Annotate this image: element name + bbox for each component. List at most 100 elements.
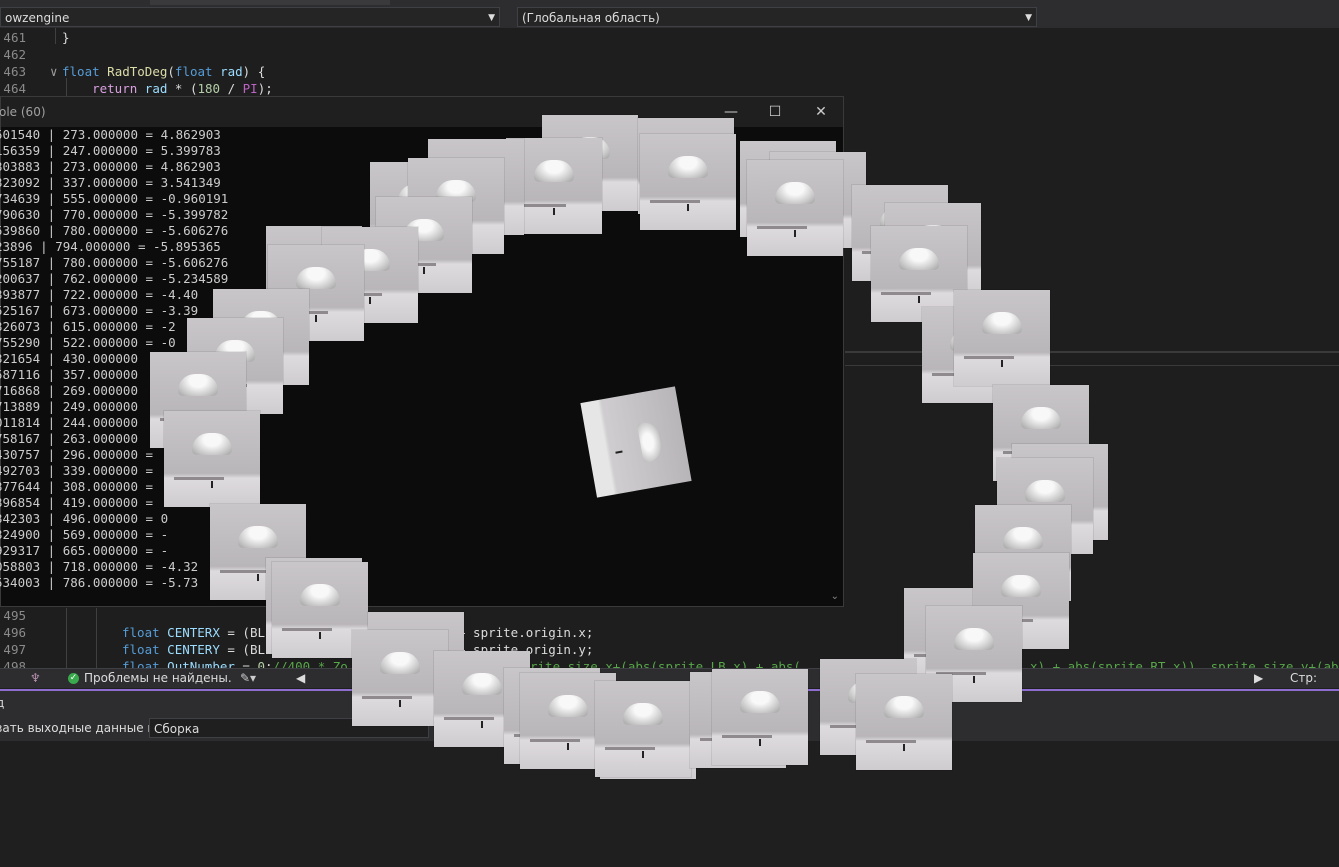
console-line: 534003 | 786.000000 = -5.73: [0, 575, 199, 590]
code-line: return rad * (180 / PI);: [92, 81, 273, 96]
navigation-bar: owzengine ▼ (Глобальная область) ▼: [0, 0, 1339, 29]
console-title: ole (60): [0, 105, 46, 119]
code-line: float CENTERX = (BL: [122, 625, 266, 640]
document-tab-strip[interactable]: [150, 0, 390, 5]
ground-shadow: [650, 200, 700, 203]
line-number: 495: [3, 608, 26, 623]
code-line: float RadToDeg(float rad) {: [62, 64, 266, 79]
project-dropdown[interactable]: owzengine ▼: [0, 7, 500, 27]
console-line: 393877 | 722.000000 = -4.40: [0, 287, 199, 302]
center-sprite: [580, 386, 692, 498]
ground-shadow: [964, 356, 1014, 359]
close-button[interactable]: ✕: [810, 102, 832, 122]
line-number: 497: [3, 642, 26, 657]
skydiver-icon: [973, 676, 975, 683]
parachute-icon: [178, 374, 218, 396]
parachute-sprite: [954, 290, 1050, 386]
skydiver-icon: [423, 267, 425, 274]
parachute-icon: [534, 160, 574, 182]
ground-shadow: [722, 735, 772, 738]
console-line: 929317 | 665.000000 = -: [0, 543, 169, 558]
code-line: float CENTERY = (BL: [122, 642, 266, 657]
show-output-label: зать выходные данные из:: [0, 721, 166, 735]
parachute-sprite: [856, 674, 952, 770]
parachute-icon: [740, 691, 780, 713]
fold-chevron-icon[interactable]: ∨: [50, 64, 58, 79]
console-line: 525167 | 673.000000 = -3.39: [0, 303, 199, 318]
parachute-sprite: [747, 160, 843, 256]
parachute-icon: [623, 703, 663, 725]
parachute-icon: [300, 584, 340, 606]
check-icon: ✓: [68, 673, 79, 684]
ground-shadow: [444, 717, 494, 720]
project-dropdown-label: owzengine: [5, 11, 70, 25]
skydiver-icon: [567, 743, 569, 750]
skydiver-icon: [918, 296, 920, 303]
line-number: 461: [3, 30, 26, 45]
line-number: 464: [3, 81, 26, 96]
code-line: }: [62, 30, 70, 45]
console-line: 539860 | 780.000000 = -5.606276: [0, 223, 229, 238]
parachute-icon: [462, 673, 502, 695]
skydiver-icon: [642, 751, 644, 758]
ground-shadow: [757, 226, 807, 229]
parachute-icon: [1025, 480, 1065, 502]
line-number: 463: [3, 64, 26, 79]
code-text: }: [62, 30, 70, 45]
scroll-down-icon[interactable]: ⌄: [831, 591, 839, 602]
maximize-button[interactable]: ☐: [764, 102, 786, 122]
problems-status[interactable]: Проблемы не найдены.: [84, 669, 232, 688]
console-line: 323092 | 337.000000 = 3.541349: [0, 175, 221, 190]
cleanup-brush-icon[interactable]: ✎▾: [240, 669, 256, 688]
indent-guide: [96, 608, 97, 668]
parachute-icon: [238, 526, 278, 548]
ground-shadow: [220, 570, 270, 573]
console-line: 501540 | 273.000000 = 4.862903: [0, 127, 221, 142]
scope-dropdown[interactable]: (Глобальная область) ▼: [517, 7, 1037, 27]
line-number: 496: [3, 625, 26, 640]
parachute-sprite: [640, 134, 736, 230]
console-line: 156359 | 247.000000 = 5.399783: [0, 143, 221, 158]
ground-shadow: [174, 477, 224, 480]
scope-dropdown-label: (Глобальная область): [522, 11, 660, 25]
parachute-icon: [1003, 527, 1043, 549]
console-line: 058803 | 718.000000 = -4.32: [0, 559, 199, 574]
console-line: 23896 | 794.000000 = -5.895365: [0, 239, 221, 254]
scroll-right-icon[interactable]: ▶: [1254, 669, 1263, 688]
indent-guide: [55, 28, 56, 44]
skydiver-icon: [615, 450, 623, 454]
parachute-icon: [884, 696, 924, 718]
parachute-icon: [668, 156, 708, 178]
splitter: [845, 365, 1339, 366]
skydiver-icon: [759, 739, 761, 746]
parachute-icon: [982, 312, 1022, 334]
ground-shadow: [530, 739, 580, 742]
scroll-left-icon[interactable]: ◀: [296, 669, 305, 688]
ground-shadow: [866, 740, 916, 743]
parachute-sprite: [712, 669, 808, 765]
ground-shadow: [605, 747, 655, 750]
splitter[interactable]: [845, 351, 1339, 353]
skydiver-icon: [687, 204, 689, 211]
skydiver-icon: [903, 744, 905, 751]
parachute-icon: [899, 248, 939, 270]
parachute-icon: [954, 628, 994, 650]
console-line: 734639 | 555.000000 = -0.960191: [0, 191, 229, 206]
console-line: 755187 | 780.000000 = -5.606276: [0, 255, 229, 270]
output-panel-title: д: [0, 696, 5, 710]
line-number: 462: [3, 47, 26, 62]
code-fragment: + sprite.origin.x;: [458, 625, 594, 640]
parachute-icon: [548, 695, 588, 717]
parachute-sprite: [164, 411, 260, 507]
copilot-icon[interactable]: ♆: [30, 669, 41, 688]
parachute-icon: [1021, 407, 1061, 429]
skydiver-icon: [369, 297, 371, 304]
parachute-icon: [296, 267, 336, 289]
ground-shadow: [282, 628, 332, 631]
parachute-icon: [636, 420, 664, 463]
console-line: 790630 | 770.000000 = -5.399782: [0, 207, 229, 222]
skydiver-icon: [794, 230, 796, 237]
parachute-sprite: [595, 681, 691, 777]
skydiver-icon: [319, 632, 321, 639]
skydiver-icon: [1001, 360, 1003, 367]
